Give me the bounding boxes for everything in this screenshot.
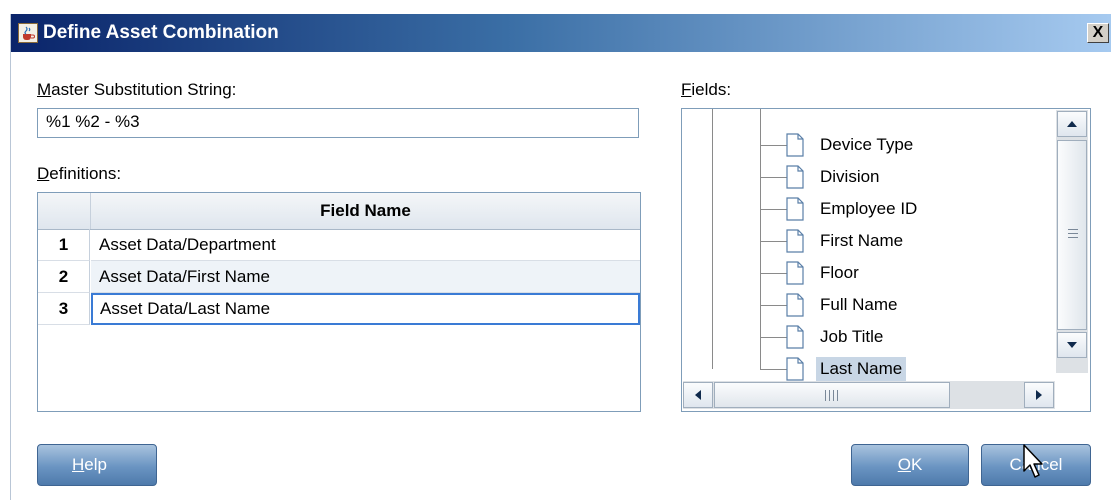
master-substitution-label: Master Substitution String: [37, 80, 236, 100]
scroll-right-button[interactable] [1024, 382, 1054, 408]
close-icon: X [1092, 24, 1104, 41]
fields-label-text: ields: [691, 80, 732, 99]
arrow-up-icon [1067, 121, 1077, 127]
help-label: elp [84, 455, 107, 474]
help-mnemonic: H [72, 455, 85, 474]
row-number: 1 [38, 229, 90, 261]
tree-item[interactable]: Full Name [682, 289, 1062, 321]
arrow-right-icon [1036, 390, 1042, 400]
horizontal-scroll-thumb[interactable] [714, 382, 950, 408]
definitions-label-text: efinitions: [49, 164, 122, 183]
document-icon [786, 261, 804, 285]
document-icon [786, 133, 804, 157]
vertical-scroll-thumb[interactable] [1057, 140, 1087, 330]
document-icon [786, 357, 804, 381]
mouse-pointer-icon [1023, 444, 1043, 478]
definitions-label: Definitions: [37, 164, 121, 184]
arrow-left-icon [695, 390, 701, 400]
row-number: 3 [38, 293, 90, 325]
fields-label-mnemonic: F [681, 80, 692, 99]
ok-mnemonic: O [897, 455, 911, 474]
definitions-label-mnemonic: D [37, 164, 50, 183]
master-label-mnemonic: M [37, 80, 52, 99]
title-bar[interactable]: Define Asset Combination X [11, 14, 1111, 52]
tree-item[interactable]: First Name [682, 225, 1062, 257]
tree-item-label: Division [820, 167, 880, 186]
scroll-left-button[interactable] [683, 382, 713, 408]
table-row[interactable]: 1 Asset Data/Department [38, 229, 640, 261]
table-header: Field Name [38, 193, 640, 230]
define-asset-combination-dialog: Define Asset Combination X Master Substi… [10, 14, 1111, 500]
tree-item-label: Employee ID [820, 199, 918, 218]
table-row-selected[interactable]: 3 Asset Data/Last Name [38, 293, 640, 325]
document-icon [786, 293, 804, 317]
document-icon [786, 325, 804, 349]
arrow-down-icon [1067, 342, 1077, 348]
document-icon [786, 229, 804, 253]
ok-label: K [910, 455, 923, 474]
master-label-text: aster Substitution String: [51, 80, 237, 99]
tree-item[interactable]: Division [682, 161, 1062, 193]
tree-item[interactable]: Job Title [682, 321, 1062, 353]
tree-item[interactable]: Employee ID [682, 193, 1062, 225]
tree-item-label: First Name [820, 231, 904, 250]
tree-item[interactable]: Device Type [682, 129, 1062, 161]
row-number-header [38, 193, 91, 229]
tree-item-label: Full Name [820, 295, 898, 314]
table-row[interactable]: 2 Asset Data/First Name [38, 261, 640, 293]
tree-item-label: Job Title [820, 327, 884, 346]
master-substitution-input[interactable]: %1 %2 - %3 [37, 108, 639, 138]
fields-label: Fields: [681, 80, 731, 100]
horizontal-scrollbar[interactable] [683, 381, 1055, 409]
fields-tree[interactable]: Device Type Division Employee ID First N… [681, 108, 1091, 412]
scrollbar-corner [1056, 373, 1088, 411]
field-name-cell[interactable]: Asset Data/Department [91, 229, 640, 261]
document-icon [786, 197, 804, 221]
vertical-scrollbar[interactable] [1056, 110, 1088, 373]
field-name-column-header[interactable]: Field Name [91, 193, 640, 229]
tree-item-label: Last Name [816, 357, 907, 381]
tree-item-label: Device Type [820, 135, 914, 154]
row-number: 2 [38, 261, 90, 293]
field-name-cell[interactable]: Asset Data/Last Name [91, 293, 640, 325]
scroll-down-button[interactable] [1057, 332, 1087, 358]
tree-item-label: Floor [820, 263, 859, 282]
document-icon [786, 165, 804, 189]
scroll-up-button[interactable] [1057, 111, 1087, 137]
help-button[interactable]: Help [37, 444, 157, 486]
dialog-title: Define Asset Combination [43, 22, 279, 43]
definitions-table: Field Name 1 Asset Data/Department 2 Ass… [37, 192, 641, 412]
tree-item[interactable]: Floor [682, 257, 1062, 289]
java-cup-icon [18, 23, 38, 43]
close-button[interactable]: X [1087, 23, 1109, 43]
field-name-cell[interactable]: Asset Data/First Name [91, 261, 640, 293]
ok-button[interactable]: OK [851, 444, 969, 486]
